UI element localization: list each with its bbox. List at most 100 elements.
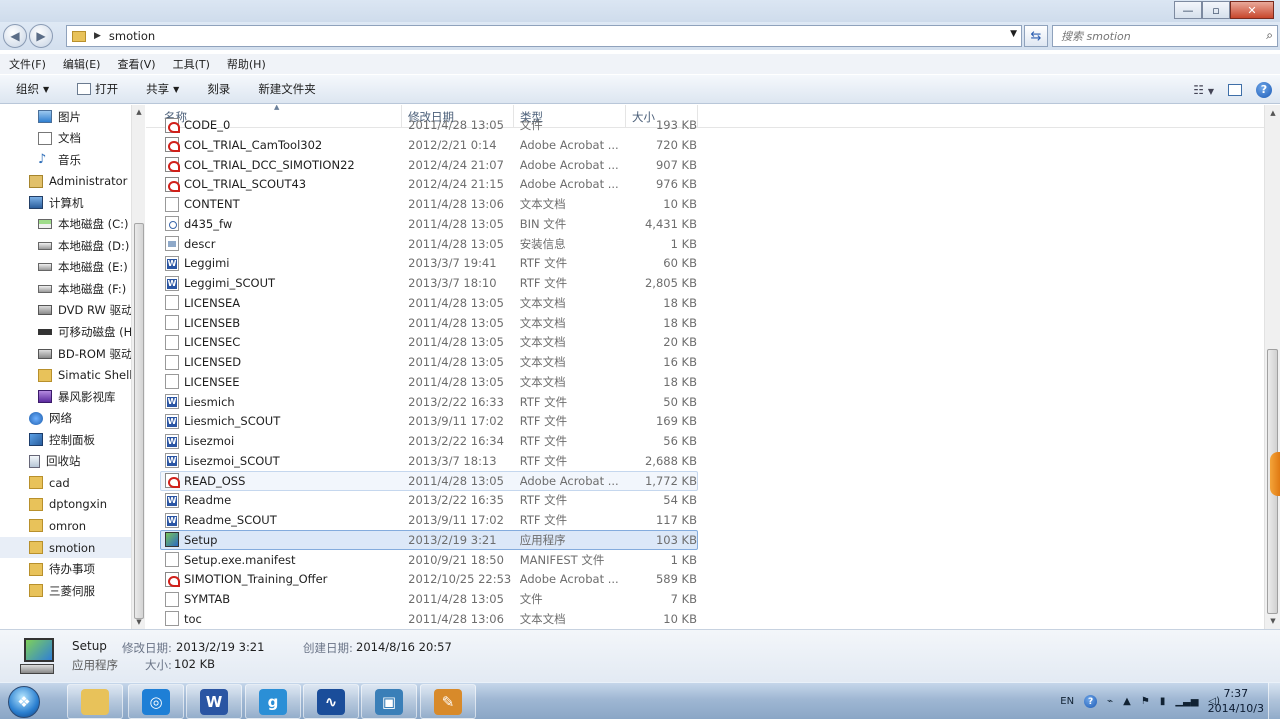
file-row[interactable]: Leggimi_SCOUT 2013/3/7 18:10 RTF 文件 2,805 K…	[160, 273, 698, 293]
nav-item[interactable]: 计算机	[0, 192, 131, 213]
floating-sidebar-tab[interactable]	[1270, 452, 1280, 496]
file-row[interactable]: LICENSEC 2011/4/28 13:05 文本文档 20 KB	[160, 332, 698, 352]
show-hidden-icons-icon[interactable]: ▲	[1123, 696, 1131, 707]
nav-item[interactable]: 文档	[0, 128, 131, 149]
file-row[interactable]: Leggimi 2013/3/7 19:41 RTF 文件 60 KB	[160, 253, 698, 273]
nav-item[interactable]: ♪ 音乐	[0, 149, 131, 170]
file-row[interactable]: Lisezmoi 2013/2/22 16:34 RTF 文件 56 KB	[160, 431, 698, 451]
search-box[interactable]: ⌕	[1052, 25, 1278, 47]
file-row[interactable]: toc 2011/4/28 13:06 文本文档 10 KB	[160, 609, 698, 629]
file-row[interactable]: Liesmich_SCOUT 2013/9/11 17:02 RTF 文件 169 K…	[160, 411, 698, 431]
scroll-up-arrow-icon[interactable]: ▲	[132, 105, 146, 119]
file-row[interactable]: LICENSEA 2011/4/28 13:05 文本文档 18 KB	[160, 293, 698, 313]
menu-help[interactable]: 帮助(H)	[218, 56, 274, 72]
flag-icon[interactable]: ⚑	[1141, 696, 1150, 707]
scroll-down-arrow-icon[interactable]: ▼	[1265, 613, 1280, 629]
network-signal-icon[interactable]: ▁▃▅	[1175, 696, 1198, 707]
file-row[interactable]: COL_TRIAL_CamTool302 2012/2/21 0:14 Adobe …	[160, 135, 698, 155]
taskbar-button[interactable]: ▣	[361, 684, 417, 719]
nav-item[interactable]: 三菱伺服	[0, 580, 131, 601]
refresh-button[interactable]: ⇆	[1024, 25, 1048, 47]
scroll-down-arrow-icon[interactable]: ▼	[132, 615, 146, 629]
nav-item[interactable]: 回收站	[0, 451, 131, 472]
file-row[interactable]: COL_TRIAL_SCOUT43 2012/4/24 21:15 Adobe Ac…	[160, 174, 698, 194]
nav-item[interactable]: 待办事项	[0, 559, 131, 580]
close-button[interactable]: ✕	[1230, 1, 1274, 19]
nav-item[interactable]: 控制面板	[0, 429, 131, 450]
file-row[interactable]: LICENSEB 2011/4/28 13:05 文本文档 18 KB	[160, 313, 698, 333]
minimize-button[interactable]: —	[1174, 1, 1202, 19]
nav-item[interactable]: 暴风影视库	[0, 386, 131, 407]
nav-item[interactable]: 本地磁盘 (F:)	[0, 278, 131, 299]
nav-item[interactable]: 图片	[0, 106, 131, 127]
file-row[interactable]: Readme_SCOUT 2013/9/11 17:02 RTF 文件 117 KB	[160, 510, 698, 530]
nav-item[interactable]: 本地磁盘 (D:)	[0, 235, 131, 256]
taskbar-button[interactable]: W	[186, 684, 242, 719]
menu-tools[interactable]: 工具(T)	[164, 56, 218, 72]
new-folder-button[interactable]: 新建文件夹	[244, 75, 330, 103]
file-row[interactable]: CODE_0 2011/4/28 13:05 文件 193 KB	[160, 115, 698, 135]
nav-item[interactable]: 可移动磁盘 (H	[0, 322, 131, 343]
maximize-button[interactable]: ▫	[1202, 1, 1230, 19]
nav-item[interactable]: 网络	[0, 408, 131, 429]
file-row[interactable]: SYMTAB 2011/4/28 13:05 文件 7 KB	[160, 589, 698, 609]
address-bar[interactable]: ▶ smotion ▼	[66, 25, 1022, 47]
start-button[interactable]: ❖	[4, 683, 44, 719]
nav-item[interactable]: 本地磁盘 (C:)	[0, 214, 131, 235]
nav-item[interactable]: 本地磁盘 (E:)	[0, 257, 131, 278]
scrollbar-thumb[interactable]	[134, 223, 144, 619]
menu-file[interactable]: 文件(F)	[0, 56, 54, 72]
help-tray-icon[interactable]: ?	[1084, 695, 1098, 708]
organize-button[interactable]: 组织 ▼	[0, 75, 63, 103]
taskbar-button[interactable]: ✎	[420, 684, 476, 719]
file-row[interactable]: Setup.exe.manifest 2010/9/21 18:50 MANIFES…	[160, 550, 698, 570]
navigation-scrollbar[interactable]: ▲ ▼	[131, 105, 145, 629]
burn-button[interactable]: 刻录	[193, 75, 244, 103]
search-input[interactable]	[1061, 26, 1251, 46]
input-method-icon[interactable]: ⌁	[1107, 696, 1113, 707]
taskbar-button[interactable]: ◎	[128, 684, 184, 719]
menu-view[interactable]: 查看(V)	[108, 56, 163, 72]
file-row[interactable]: Setup 2013/2/19 3:21 应用程序 103 KB	[160, 529, 698, 550]
menu-edit[interactable]: 编辑(E)	[54, 56, 109, 72]
file-row[interactable]: LICENSED 2011/4/28 13:05 文本文档 16 KB	[160, 352, 698, 372]
language-indicator[interactable]: EN	[1060, 696, 1074, 707]
preview-pane-icon[interactable]	[1228, 83, 1242, 96]
search-icon[interactable]: ⌕	[1266, 28, 1273, 43]
file-row[interactable]: Lisezmoi_SCOUT 2013/3/7 18:13 RTF 文件 2,688 …	[160, 451, 698, 471]
taskbar-button[interactable]: ∿	[303, 684, 359, 719]
open-button[interactable]: 打开	[63, 75, 132, 103]
file-row[interactable]: d435_fw 2011/4/28 13:05 BIN 文件 4,431 KB	[160, 214, 698, 234]
help-icon[interactable]: ?	[1256, 81, 1272, 98]
scroll-up-arrow-icon[interactable]: ▲	[1265, 105, 1280, 121]
power-icon[interactable]: ▮	[1160, 696, 1166, 707]
view-options-icon[interactable]: ☷ ▼	[1193, 83, 1214, 97]
nav-item[interactable]: Administrator	[0, 171, 131, 192]
nav-item[interactable]: smotion	[0, 537, 131, 558]
nav-item[interactable]: dptongxin	[0, 494, 131, 515]
nav-item[interactable]: BD-ROM 驱动	[0, 343, 131, 364]
nav-item[interactable]: Simatic Shell	[0, 365, 131, 386]
breadcrumb-arrow-icon[interactable]: ▶	[94, 31, 101, 41]
file-row[interactable]: Liesmich 2013/2/22 16:33 RTF 文件 50 KB	[160, 392, 698, 412]
file-row[interactable]: Readme 2013/2/22 16:35 RTF 文件 54 KB	[160, 490, 698, 510]
file-row[interactable]: LICENSEE 2011/4/28 13:05 文本文档 18 KB	[160, 372, 698, 392]
show-desktop-button[interactable]	[1268, 683, 1280, 719]
chevron-down-icon[interactable]: ▼	[1010, 29, 1017, 39]
nav-item[interactable]: omron	[0, 515, 131, 536]
share-button[interactable]: 共享 ▼	[132, 75, 193, 103]
taskbar-button[interactable]: g	[245, 684, 301, 719]
nav-item[interactable]: DVD RW 驱动	[0, 300, 131, 321]
back-button[interactable]: ◀	[3, 24, 27, 48]
breadcrumb-smotion[interactable]: smotion	[109, 29, 155, 43]
file-row[interactable]: COL_TRIAL_DCC_SIMOTION22 2012/4/24 21:07 A…	[160, 155, 698, 175]
clock[interactable]: 7:37 2014/10/3	[1208, 686, 1264, 716]
file-row[interactable]: CONTENT 2011/4/28 13:06 文本文档 10 KB	[160, 194, 698, 214]
file-row[interactable]: descr 2011/4/28 13:05 安装信息 1 KB	[160, 234, 698, 254]
nav-item[interactable]: cad	[0, 472, 131, 493]
taskbar-button[interactable]	[67, 684, 123, 719]
file-list-scrollbar[interactable]: ▲ ▼	[1264, 105, 1280, 629]
file-row[interactable]: SIMOTION_Training_Offer 2012/10/25 22:53 A…	[160, 569, 698, 589]
file-row[interactable]: READ_OSS 2011/4/28 13:05 Adobe Acrobat ...…	[160, 470, 698, 491]
forward-button[interactable]: ▶	[29, 24, 53, 48]
